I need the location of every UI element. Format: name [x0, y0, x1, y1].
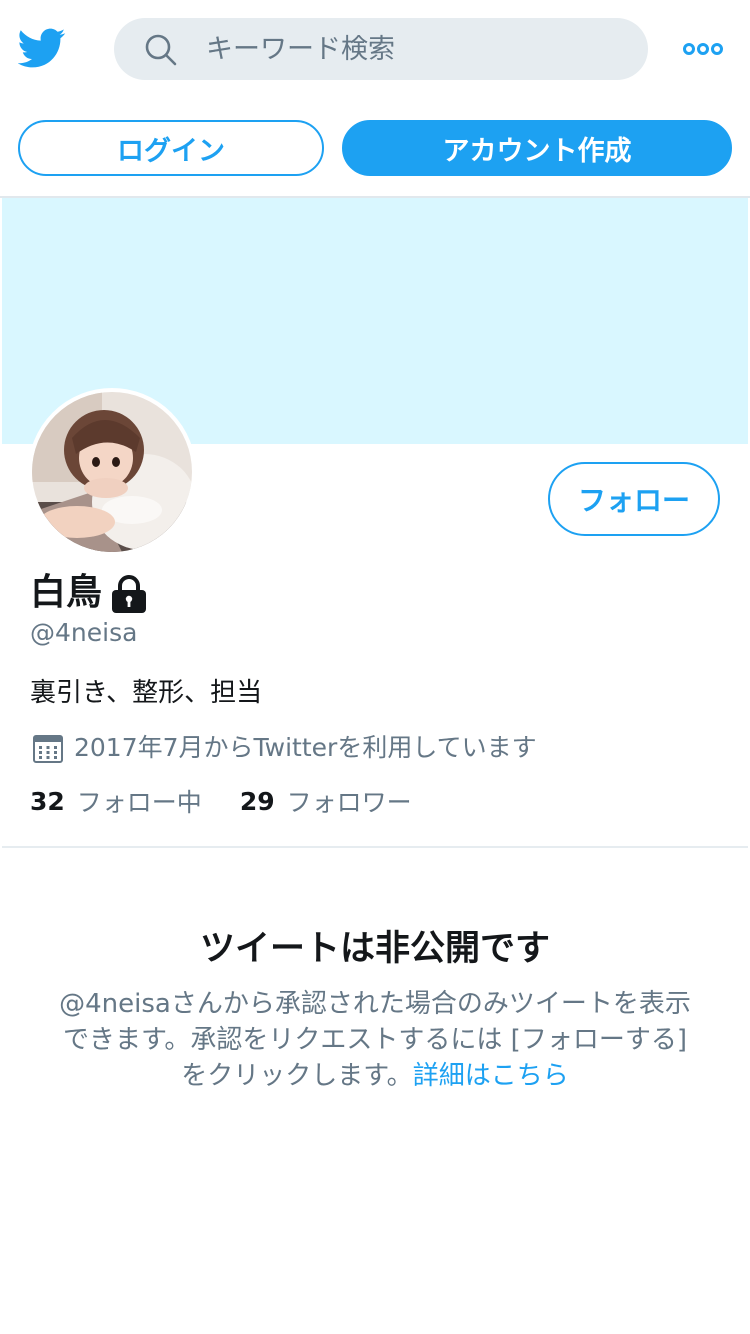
profile-page: ログイン アカウント作成 フォロー 白鳥 [0, 0, 750, 1334]
learn-more-link[interactable]: 詳細はこちら [413, 1061, 569, 1091]
login-button[interactable]: ログイン [18, 120, 324, 176]
joined-row: 2017年7月からTwitterを利用しています [32, 726, 537, 766]
protected-message-line1: @4neisaさんから承認された場合のみツイートを表示 [59, 989, 691, 1019]
calendar-icon [33, 735, 63, 763]
profile-handle: @4neisa [30, 618, 138, 647]
following-label: フォロー中 [76, 788, 202, 817]
more-options-icon[interactable] [682, 40, 724, 58]
followers-count: 29 [239, 786, 275, 816]
profile-divider [2, 846, 748, 848]
search-icon [145, 34, 177, 66]
following-stat[interactable]: 32 フォロー中 [30, 783, 202, 819]
create-account-button[interactable]: アカウント作成 [342, 120, 732, 176]
protected-title: ツイートは非公開です [199, 929, 550, 969]
lock-icon [112, 575, 147, 613]
following-count: 32 [30, 786, 65, 816]
search-input[interactable] [206, 18, 626, 80]
avatar[interactable] [28, 388, 196, 556]
followers-label: フォロワー [286, 788, 412, 817]
display-name: 白鳥 [30, 572, 103, 613]
followers-stat[interactable]: 29 フォロワー [240, 783, 412, 819]
joined-date: 2017年7月からTwitterを利用しています [74, 733, 537, 762]
search-bar[interactable] [114, 18, 648, 80]
protected-message-line3: をクリックします。 [181, 1061, 413, 1091]
profile-name-row: 白鳥 [30, 562, 150, 616]
protected-message: @4neisaさんから承認された場合のみツイートを表示 できます。承認をリクエス… [30, 986, 720, 1094]
follow-stats: 32 フォロー中 29 フォロワー [30, 783, 412, 819]
profile-bio: 裏引き、整形、担当 [30, 678, 263, 708]
twitter-bird-icon[interactable] [17, 24, 66, 72]
protected-message-line2: できます。承認をリクエストするには [フォローする] [63, 1025, 687, 1055]
follow-button[interactable]: フォロー [548, 462, 720, 536]
